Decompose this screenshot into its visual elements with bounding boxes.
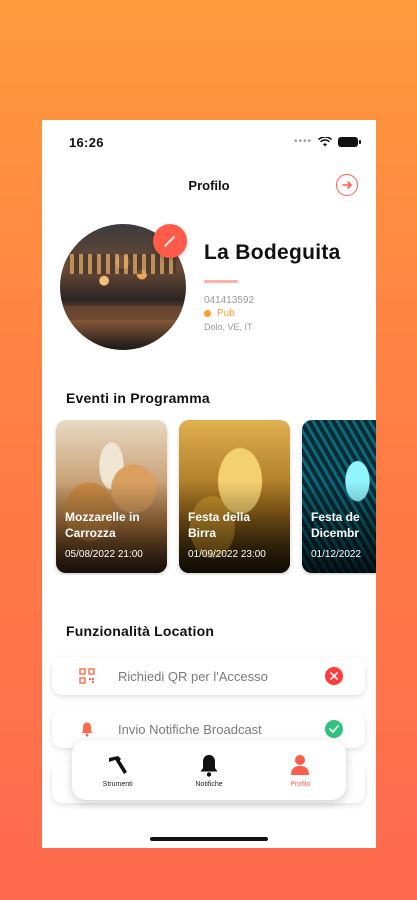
event-name: Festa della Birra <box>188 510 251 540</box>
venue-phone: 041413592 <box>204 295 255 306</box>
wifi-icon <box>318 136 332 146</box>
tab-profilo[interactable]: Profilo <box>255 740 346 800</box>
qr-code-icon <box>74 668 100 684</box>
feature-label: Invio Notifiche Broadcast <box>118 721 262 737</box>
hammer-icon <box>108 755 127 774</box>
event-name: Mozzarelle in Carrozza <box>65 510 140 540</box>
page-title: Profilo <box>188 178 230 193</box>
event-card[interactable]: Mozzarelle in Carrozza 05/08/2022 21:00 <box>56 420 167 573</box>
signal-icon: •••• <box>293 136 312 147</box>
status-time: 16:26 <box>69 135 104 150</box>
status-icons: •••• <box>293 136 361 147</box>
tab-label: Notifiche <box>195 780 223 788</box>
venue-type-label: Pub <box>217 308 235 319</box>
type-dot-icon <box>204 310 211 317</box>
event-name: Festa de Dicembr <box>311 510 360 540</box>
event-date: 05/08/2022 21:00 <box>65 549 143 560</box>
logout-icon <box>342 181 352 189</box>
venue-type: Pub <box>204 308 235 319</box>
name-underline <box>204 280 238 283</box>
bell-icon <box>74 721 100 737</box>
event-date: 01/12/2022 <box>311 549 362 560</box>
events-carousel[interactable]: Mozzarelle in Carrozza 05/08/2022 21:00 … <box>54 420 376 575</box>
events-section-title: Eventi in Programma <box>66 390 210 406</box>
disabled-x-icon[interactable] <box>325 667 343 685</box>
venue-name: La Bodeguita <box>204 241 341 264</box>
battery-icon <box>338 136 361 147</box>
pencil-icon <box>164 236 175 247</box>
event-card[interactable]: Festa della Birra 01/09/2022 23:00 <box>179 420 290 573</box>
user-icon <box>291 754 310 775</box>
logout-button[interactable] <box>336 174 358 196</box>
tab-notifiche[interactable]: Notifiche <box>163 740 254 800</box>
home-indicator[interactable] <box>150 837 268 841</box>
tab-strumenti[interactable]: Strumenti <box>72 740 163 800</box>
edit-profile-button[interactable] <box>153 224 187 258</box>
feature-qr-access[interactable]: Richiedi QR per l'Accesso <box>52 657 365 695</box>
event-date: 01/09/2022 23:00 <box>188 549 266 560</box>
status-bar: 16:26 •••• <box>42 120 376 164</box>
tab-label: Strumenti <box>102 780 133 788</box>
phone-screen: 16:26 •••• Profilo La Bodeguita 04141359… <box>42 120 376 848</box>
tab-label: Profilo <box>290 780 311 788</box>
feature-label: Richiedi QR per l'Accesso <box>118 668 268 684</box>
tab-bar: Strumenti Notifiche Profilo <box>72 740 346 800</box>
features-section-title: Funzionalità Location <box>66 623 215 639</box>
venue-address: Dolo, VE, IT <box>204 322 253 332</box>
event-card[interactable]: Festa de Dicembr 01/12/2022 <box>302 420 376 573</box>
bell-icon <box>200 754 218 777</box>
enabled-check-icon[interactable] <box>325 720 343 738</box>
